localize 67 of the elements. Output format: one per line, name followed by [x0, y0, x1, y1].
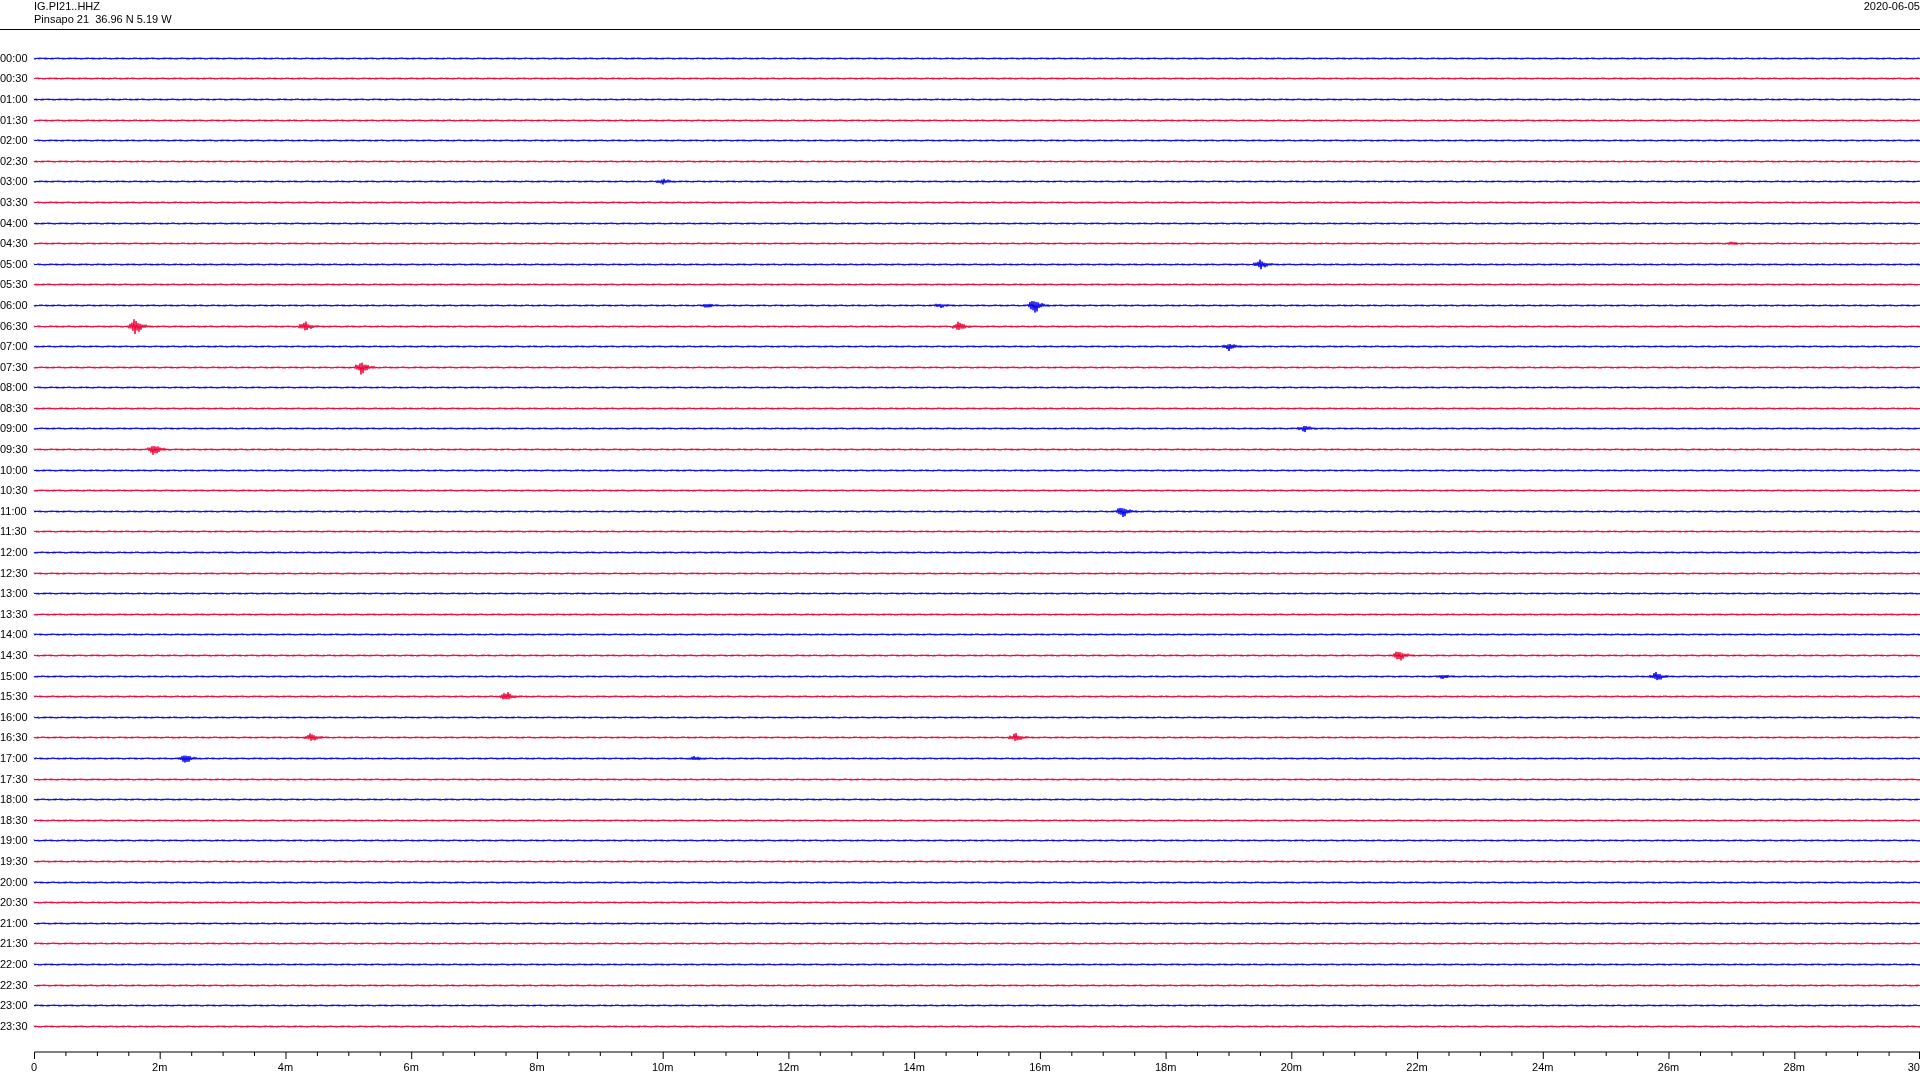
time-label: 23:30	[0, 1019, 29, 1033]
axis-tick-label: 6m	[403, 1060, 419, 1074]
time-label: 16:00	[0, 710, 29, 724]
axis-tick-label: 20m	[1280, 1060, 1303, 1074]
time-label: 10:00	[0, 463, 29, 477]
time-label: 07:00	[0, 340, 29, 354]
time-label: 12:00	[0, 546, 29, 560]
time-label: 20:00	[0, 875, 29, 889]
axis-tick-label: 0	[30, 1060, 38, 1074]
time-label: 04:00	[0, 216, 29, 230]
time-label: 11:00	[0, 504, 28, 518]
axis-tick-label: 8m	[529, 1060, 545, 1074]
time-label: 06:30	[0, 319, 29, 333]
axis-tick-label: 28m	[1783, 1060, 1805, 1074]
time-label: 17:00	[0, 752, 29, 765]
time-label: 11:30	[0, 525, 28, 539]
time-label: 13:00	[0, 587, 29, 601]
time-label: 05:00	[0, 257, 29, 271]
channel-code: IG.PI21..HHZ	[34, 0, 102, 13]
time-label: 16:30	[0, 731, 29, 745]
time-label: 03:00	[0, 175, 29, 189]
axis-tick-label: 2m	[152, 1060, 168, 1074]
time-label: 18:00	[0, 793, 29, 807]
time-label: 22:00	[0, 957, 29, 971]
axis-tick-label: 4m	[277, 1060, 294, 1074]
time-label: 15:30	[0, 690, 29, 704]
time-label: 00:00	[0, 51, 29, 65]
time-label: 14:00	[0, 628, 29, 642]
time-label: 09:00	[0, 422, 29, 436]
time-label: 04:30	[0, 237, 29, 251]
time-label: 21:30	[0, 937, 29, 951]
time-label: 12:30	[0, 566, 29, 580]
time-label: 03:30	[0, 195, 29, 209]
time-label: 19:30	[0, 854, 29, 868]
axis-tick-label: 18m	[1154, 1060, 1177, 1074]
time-label: 18:30	[0, 813, 29, 827]
axis-tick-label: 24m	[1532, 1060, 1554, 1074]
time-label: 01:30	[0, 113, 29, 127]
time-label: 19:00	[0, 834, 29, 848]
time-label: 05:30	[0, 278, 29, 292]
axis-tick-label: 30	[1907, 1060, 1920, 1074]
time-label: 13:30	[0, 607, 29, 621]
axis-tick-label: 10m	[651, 1060, 674, 1074]
time-label: 00:30	[0, 72, 29, 86]
axis-tick-label: 12m	[777, 1060, 800, 1074]
time-label: 06:00	[0, 298, 29, 312]
time-label: 22:30	[0, 978, 29, 992]
time-label: 01:00	[0, 93, 29, 106]
time-label: 02:00	[0, 134, 29, 148]
time-label: 08:00	[0, 381, 29, 395]
time-label: 09:30	[0, 443, 29, 457]
time-label: 21:00	[0, 916, 29, 930]
time-label: 07:30	[0, 360, 29, 374]
time-label: 23:00	[0, 999, 29, 1013]
axis-tick-label: 14m	[903, 1060, 925, 1074]
time-label: 08:30	[0, 401, 29, 415]
plot-date: 2020-06-05	[1863, 0, 1920, 13]
time-label: 20:30	[0, 896, 29, 910]
time-label: 10:30	[0, 484, 29, 498]
axis-tick-label: 26m	[1657, 1060, 1680, 1074]
axis-tick-label: 16m	[1029, 1060, 1051, 1074]
time-label: 17:30	[0, 772, 29, 786]
time-label: 02:30	[0, 154, 29, 168]
time-label: 14:30	[0, 649, 29, 662]
axis-tick-label: 22m	[1406, 1060, 1428, 1074]
time-label: 15:00	[0, 669, 29, 683]
station-info: Pinsapo 21 36.96 N 5.19 W	[34, 13, 172, 26]
